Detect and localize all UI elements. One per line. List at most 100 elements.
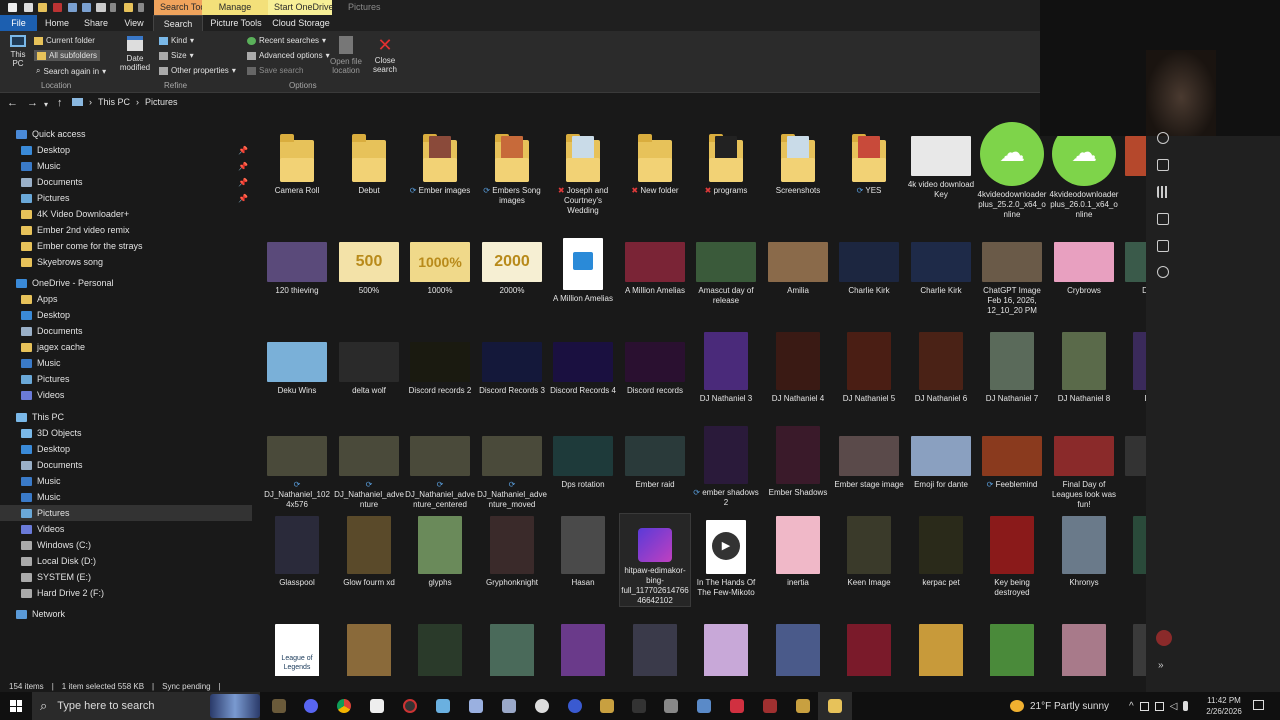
file-item[interactable]: Day Kc: [1120, 230, 1146, 296]
file-item[interactable]: DJ Nathaniel 3: [691, 330, 761, 404]
start-button[interactable]: [10, 700, 22, 712]
delete-icon[interactable]: [53, 3, 62, 12]
chrome-icon[interactable]: [337, 699, 351, 713]
app-icon[interactable]: [763, 699, 777, 713]
file-item[interactable]: ⟳ DJ_Nathaniel_adventure_moved: [477, 424, 547, 510]
nav-quick-2[interactable]: Documents 📌: [0, 174, 252, 190]
file-item[interactable]: kerpac pet: [906, 514, 976, 588]
breadcrumb-pictures[interactable]: Pictures: [145, 97, 178, 107]
file-item[interactable]: ⟳ ember shadows 2: [691, 424, 761, 508]
nav-quick-7[interactable]: Skyebrows song: [0, 254, 252, 270]
weather-icon[interactable]: [1010, 700, 1024, 712]
file-item[interactable]: Ki: [1120, 514, 1146, 588]
file-item[interactable]: [477, 622, 547, 676]
properties-icon[interactable]: [24, 3, 33, 12]
size-button[interactable]: Size ▾: [159, 51, 194, 60]
file-item[interactable]: ⟳ DJ_Nathaniel_1024x576: [262, 424, 332, 510]
undo-icon[interactable]: [68, 3, 77, 12]
file-item[interactable]: [977, 622, 1047, 676]
nav-quick-6[interactable]: Ember come for the strays: [0, 238, 252, 254]
nav-pc-item-9[interactable]: SYSTEM (E:): [0, 569, 252, 585]
breadcrumb-this-pc[interactable]: This PC: [98, 97, 130, 107]
audio-icon[interactable]: [1157, 186, 1169, 198]
file-item[interactable]: Khronys: [1049, 514, 1119, 588]
file-item[interactable]: Glow fourm xd: [334, 514, 404, 588]
tab-search[interactable]: Search: [153, 15, 203, 31]
file-item[interactable]: 120 thieving: [262, 230, 332, 296]
app-icon[interactable]: [730, 699, 744, 713]
file-item[interactable]: A Million Amelias: [620, 230, 690, 296]
file-item[interactable]: Ember stage image: [834, 424, 904, 490]
file-item[interactable]: delta wolf: [334, 330, 404, 396]
notepad-icon[interactable]: [436, 699, 450, 713]
file-item[interactable]: Crybrows: [1049, 230, 1119, 296]
file-item[interactable]: Discord records: [620, 330, 690, 396]
tab-cloud-storage[interactable]: Cloud Storage: [269, 15, 333, 31]
file-item[interactable]: Charlie Kirk: [834, 230, 904, 296]
nav-quick-4[interactable]: 4K Video Downloader+: [0, 206, 252, 222]
file-item[interactable]: ▶ In The Hands Of The Few-Mikoto: [691, 514, 761, 598]
paint-icon[interactable]: [469, 699, 483, 713]
file-item[interactable]: 2000 2000%: [477, 230, 547, 296]
nav-pc-item-7[interactable]: Windows (C:): [0, 537, 252, 553]
advanced-options-button[interactable]: Advanced options ▾: [247, 51, 330, 60]
folder-item[interactable]: ✖ Joseph and Courtney's Wedding: [548, 124, 618, 216]
current-folder-button[interactable]: Current folder: [34, 36, 95, 45]
forward-button[interactable]: →: [27, 97, 38, 109]
nav-onedrive-item-4[interactable]: Music: [0, 355, 252, 371]
chevron-up-icon[interactable]: ^: [1129, 701, 1134, 712]
file-item[interactable]: [1120, 424, 1146, 480]
capcut-icon[interactable]: [370, 699, 384, 713]
edit-icon[interactable]: [1157, 159, 1169, 171]
file-item[interactable]: Glasspool: [262, 514, 332, 588]
display-icon[interactable]: [1154, 701, 1164, 711]
kind-button[interactable]: Kind ▾: [159, 36, 194, 45]
nav-onedrive-item-2[interactable]: Documents: [0, 323, 252, 339]
nav-onedrive-item-3[interactable]: jagex cache: [0, 339, 252, 355]
new-folder-icon[interactable]: [38, 3, 47, 12]
folder-item[interactable]: Camera Roll: [262, 124, 332, 196]
folder-item[interactable]: ⟳ Ember images: [405, 124, 475, 196]
nav-pc-item-4[interactable]: Music: [0, 489, 252, 505]
file-item[interactable]: Charlie Kirk: [906, 230, 976, 296]
file-item[interactable]: [763, 622, 833, 676]
file-item[interactable]: League of Legends: [262, 622, 332, 676]
file-item[interactable]: [1049, 622, 1119, 676]
nav-quick-3[interactable]: Pictures 📌: [0, 190, 252, 206]
file-item[interactable]: 500 500%: [334, 230, 404, 296]
file-item[interactable]: ⟳ DJ_Nathaniel_adventure: [334, 424, 404, 510]
file-item[interactable]: A Million Amelias: [548, 230, 618, 304]
file-item[interactable]: Amilia: [763, 230, 833, 296]
nav-pc-item-2[interactable]: Documents: [0, 457, 252, 473]
app-icon[interactable]: [796, 699, 810, 713]
back-button[interactable]: ←: [7, 97, 18, 109]
file-item[interactable]: [548, 622, 618, 676]
notification-icon[interactable]: [1253, 700, 1264, 710]
file-item[interactable]: 4k video download Key: [906, 124, 976, 200]
folder-item[interactable]: Debut: [334, 124, 404, 196]
close-search-button[interactable]: ✕ Close search: [370, 36, 400, 74]
file-item[interactable]: Deku Wins: [262, 330, 332, 396]
app-icon[interactable]: [568, 699, 582, 713]
folder-item[interactable]: ⟳ Embers Song images: [477, 124, 547, 206]
dropdown-icon[interactable]: [138, 3, 144, 12]
file-item[interactable]: Key being destroyed: [977, 514, 1047, 598]
capture-icon[interactable]: [1157, 213, 1169, 225]
app-icon[interactable]: [502, 699, 516, 713]
file-item[interactable]: DJ Nathaniel 5: [834, 330, 904, 404]
nav-onedrive[interactable]: OneDrive - Personal: [0, 275, 252, 291]
file-item[interactable]: ☁ 4kvideodownloaderplus_26.0.1_x64_online: [1049, 122, 1119, 220]
this-pc-button[interactable]: This PC: [7, 35, 29, 68]
up-button[interactable]: ↑: [57, 97, 63, 109]
expand-icon[interactable]: »: [1158, 660, 1164, 671]
app-icon[interactable]: [632, 699, 646, 713]
app-icon[interactable]: [664, 699, 678, 713]
file-item[interactable]: ⟳ DJ_Nathaniel_adventure_centered: [405, 424, 475, 510]
file-item[interactable]: glyphs: [405, 514, 475, 588]
file-item[interactable]: [620, 622, 690, 676]
tab-view[interactable]: View: [115, 15, 153, 31]
file-item[interactable]: Emoji for dante: [906, 424, 976, 490]
nav-quick-0[interactable]: Desktop 📌: [0, 142, 252, 158]
network-icon[interactable]: [1139, 701, 1149, 711]
file-item[interactable]: Keen Image: [834, 514, 904, 588]
